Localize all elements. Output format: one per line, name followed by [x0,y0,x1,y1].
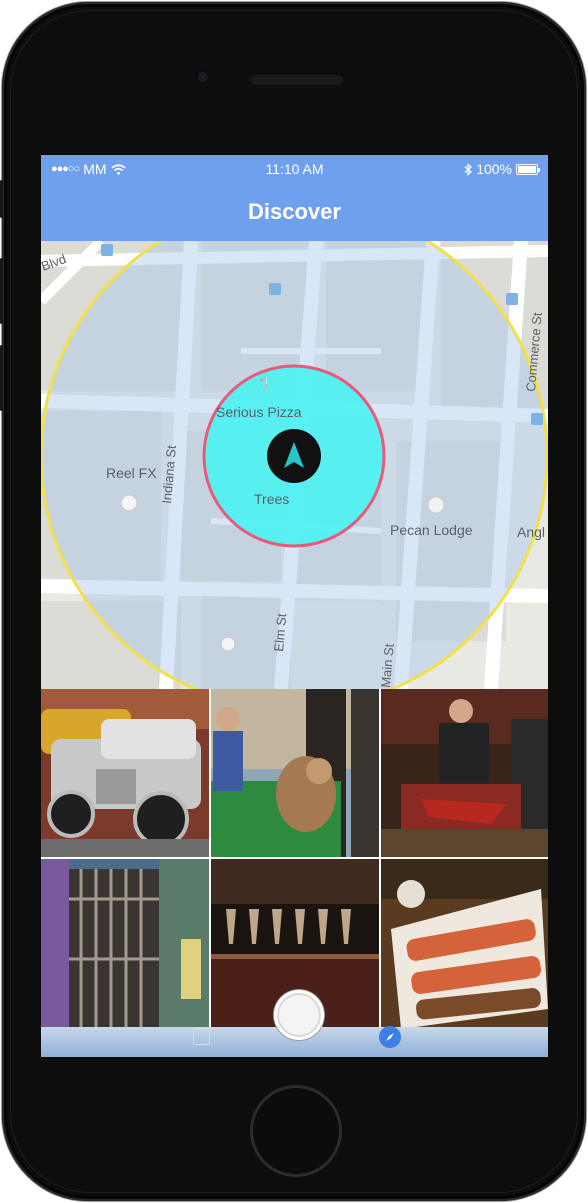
volume-up-button [0,258,3,324]
photo-guitarist[interactable] [381,689,548,857]
capture-button[interactable] [274,990,324,1040]
home-button[interactable] [250,1085,342,1177]
photo-grid [41,689,548,1029]
app-screen: ●●●○○ MM 11:10 AM 100% Discover 🍴 Seriou… [41,155,548,1057]
volume-down-button [0,345,3,411]
status-bar: ●●●○○ MM 11:10 AM 100% [41,155,548,183]
photo-graffiti-gate[interactable] [41,859,209,1029]
fork-knife-icon: 🍴 [256,376,273,391]
photo-sushi[interactable] [381,859,548,1029]
label-reel-fx[interactable]: Reel FX [106,465,157,481]
nav-bar: Discover [41,183,548,241]
battery-percent: 100% [476,161,512,177]
front-camera [195,69,211,85]
earpiece-speaker [250,73,344,85]
map-view[interactable]: 🍴 Serious Pizza Trees Reel FX Pecan Lodg… [41,241,548,689]
bluetooth-icon [464,162,473,176]
label-angl: Angl [517,524,546,540]
label-serious-pizza[interactable]: Serious Pizza [216,404,302,420]
label-pecan-lodge[interactable]: Pecan Lodge [390,522,473,538]
mute-switch [0,180,3,218]
compass-icon[interactable] [379,1026,401,1048]
label-trees[interactable]: Trees [254,491,289,507]
photo-hot-rod[interactable] [41,689,209,857]
location-arrow-icon[interactable] [267,429,321,483]
page-title: Discover [248,199,341,224]
battery-icon [516,163,540,175]
contact-icon[interactable] [193,1028,210,1045]
photo-owl[interactable] [211,689,379,857]
